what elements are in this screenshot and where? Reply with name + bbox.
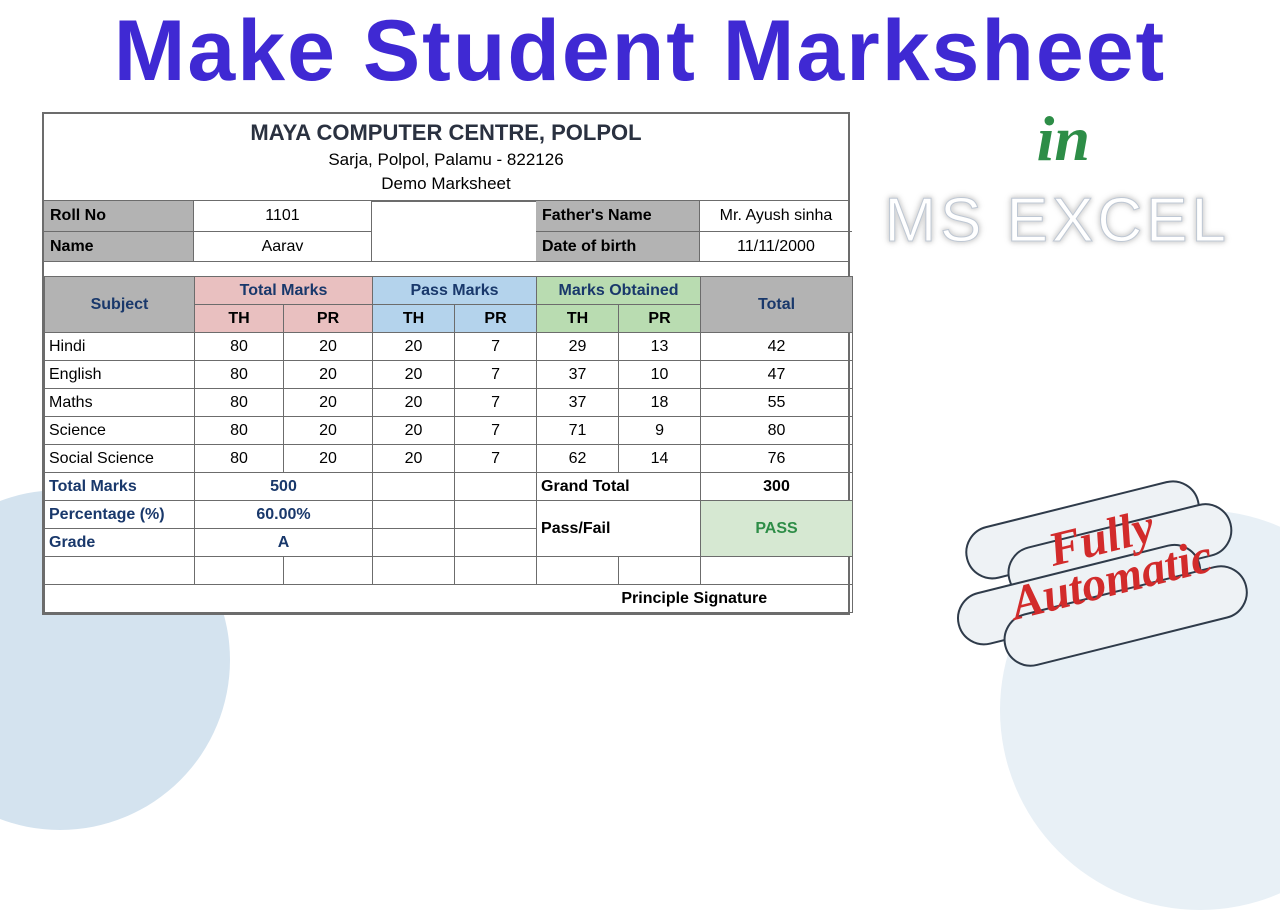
table-row: Science 8020 207 719 80 <box>45 417 853 445</box>
father-value: Mr. Ayush sinha <box>700 201 852 231</box>
row-total-marks: Total Marks 500 Grand Total 300 <box>45 473 853 501</box>
father-label: Father's Name <box>536 201 700 231</box>
student-info: Roll No Name 1101 Aarav Father's Name Da… <box>44 200 848 262</box>
row-percentage: Percentage (%) 60.00% Pass/Fail PASS <box>45 501 853 529</box>
col-pr: PR <box>455 305 537 333</box>
col-subject: Subject <box>45 277 195 333</box>
col-th: TH <box>195 305 284 333</box>
row-signature: Principle Signature <box>45 585 853 613</box>
col-total: Total <box>701 277 853 333</box>
col-th: TH <box>537 305 619 333</box>
col-th: TH <box>373 305 455 333</box>
row-blank <box>45 557 853 585</box>
marksheet-panel: MAYA COMPUTER CENTRE, POLPOL Sarja, Polp… <box>42 112 850 615</box>
doc-type: Demo Marksheet <box>44 172 848 200</box>
name-value: Aarav <box>194 231 372 261</box>
spacer <box>372 201 536 202</box>
col-pr: PR <box>284 305 373 333</box>
roll-value: 1101 <box>194 201 372 231</box>
col-pr: PR <box>619 305 701 333</box>
table-row: Social Science 8020 207 6214 76 <box>45 445 853 473</box>
passfail-value: PASS <box>701 501 853 557</box>
marks-table: Subject Total Marks Pass Marks Marks Obt… <box>44 276 853 613</box>
org-address: Sarja, Polpol, Palamu - 822126 <box>44 148 848 172</box>
dob-label: Date of birth <box>536 231 700 261</box>
col-total-marks: Total Marks <box>195 277 373 305</box>
col-pass-marks: Pass Marks <box>373 277 537 305</box>
col-marks-obtained: Marks Obtained <box>537 277 701 305</box>
table-row: Maths 8020 207 3718 55 <box>45 389 853 417</box>
org-name: MAYA COMPUTER CENTRE, POLPOL <box>44 114 848 148</box>
subtitle-excel: MS EXCEL <box>884 185 1230 256</box>
name-label: Name <box>44 231 194 261</box>
roll-label: Roll No <box>44 201 194 231</box>
table-row: English 8020 207 3710 47 <box>45 361 853 389</box>
subtitle-in: in <box>1037 102 1090 176</box>
table-row: Hindi 8020 207 2913 42 <box>45 333 853 361</box>
page-title: Make Student Marksheet <box>114 2 1166 101</box>
signature-label: Principle Signature <box>537 585 853 613</box>
dob-value: 11/11/2000 <box>700 231 852 261</box>
